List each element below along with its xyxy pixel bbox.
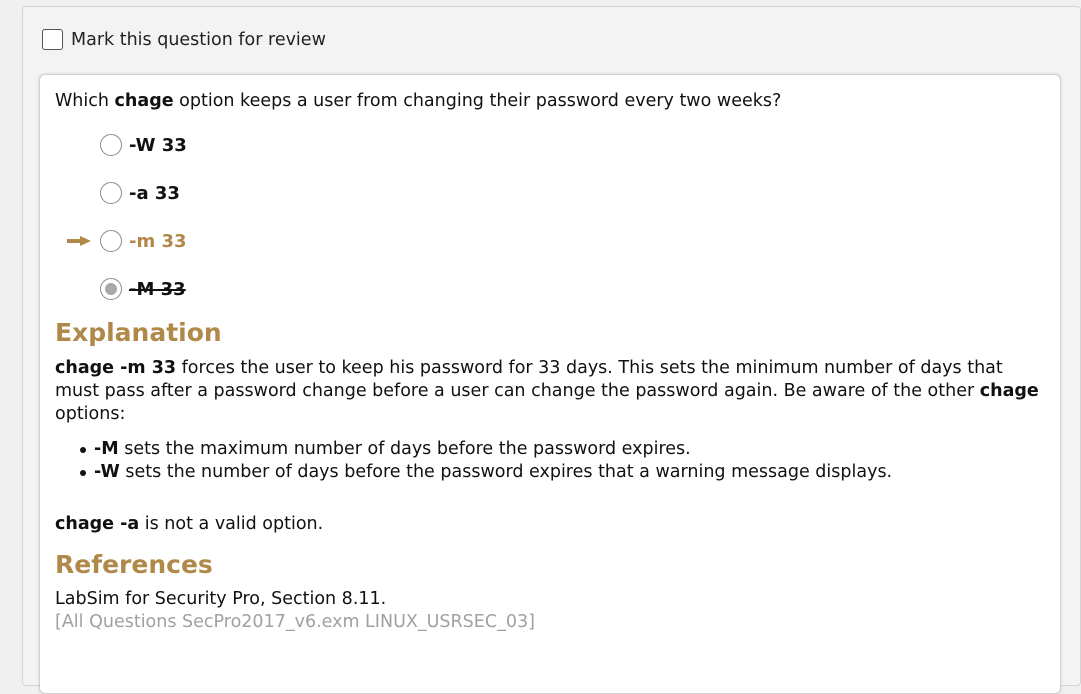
question-text: Which chage option keeps a user from cha… (55, 91, 782, 111)
radio-button[interactable] (100, 230, 122, 252)
option-label: -W 33 (129, 134, 187, 156)
question-command: chage (114, 91, 174, 111)
option-label: -a 33 (129, 182, 180, 204)
question-id: [All Questions SecPro2017_v6.exm LINUX_U… (55, 612, 535, 632)
option-M33[interactable]: -M 33 (64, 276, 186, 302)
review-checkbox[interactable] (42, 29, 63, 50)
invalid-option-note: chage -a is not a valid option. (55, 514, 324, 534)
review-label: Mark this question for review (71, 29, 326, 50)
option-a33[interactable]: -a 33 (64, 180, 180, 206)
references-heading: References (55, 550, 213, 579)
option-label-correct: -m 33 (129, 230, 187, 252)
option-list: -M sets the maximum number of days befor… (78, 438, 892, 483)
radio-button[interactable] (100, 134, 122, 156)
list-item: -W sets the number of days before the pa… (78, 461, 892, 484)
explanation-paragraph: chage -m 33 forces the user to keep his … (55, 358, 1039, 424)
radio-button[interactable] (100, 182, 122, 204)
list-item: -M sets the maximum number of days befor… (78, 438, 892, 461)
radio-button-selected[interactable] (100, 278, 122, 300)
explanation-heading: Explanation (55, 318, 222, 347)
correct-answer-arrow-icon (67, 236, 91, 246)
option-label-incorrect: -M 33 (129, 278, 186, 300)
mark-for-review[interactable]: Mark this question for review (42, 29, 326, 50)
option-m33[interactable]: -m 33 (64, 228, 187, 254)
reference-source: LabSim for Security Pro, Section 8.11. (55, 589, 387, 609)
option-w33[interactable]: -W 33 (64, 132, 187, 158)
